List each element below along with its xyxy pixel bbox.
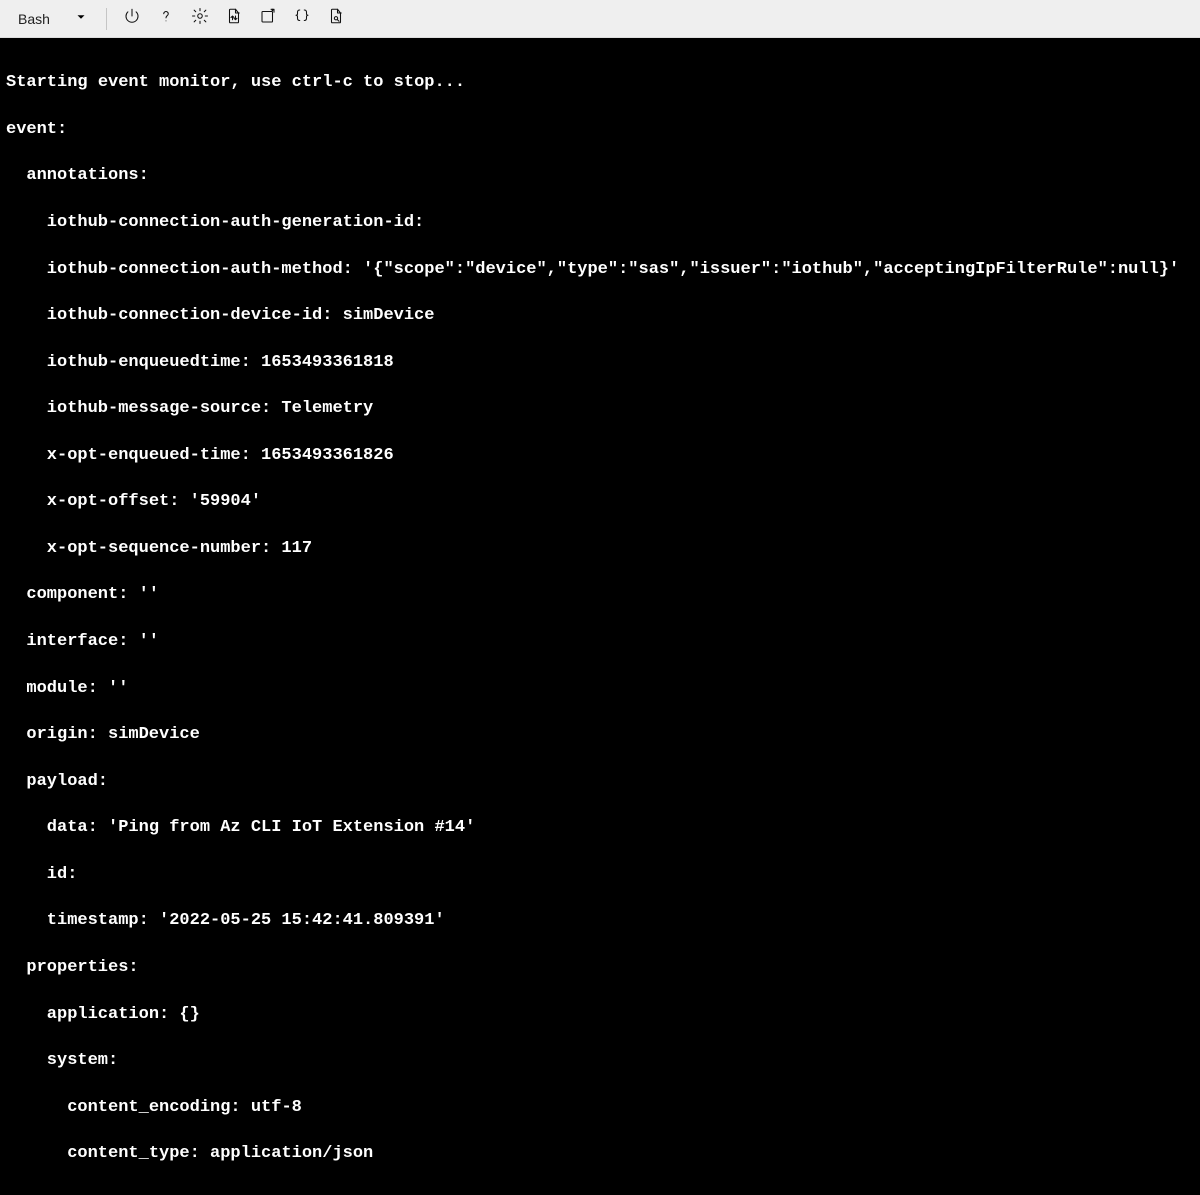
settings-button[interactable]	[185, 4, 215, 34]
file-transfer-icon	[225, 7, 243, 30]
web-preview-button[interactable]	[321, 4, 351, 34]
output-line: module: ''	[6, 677, 1194, 700]
power-icon	[123, 7, 141, 30]
cloud-shell-toolbar: Bash	[0, 0, 1200, 38]
restart-button[interactable]	[117, 4, 147, 34]
shell-selector-label: Bash	[18, 11, 50, 27]
output-line: iothub-message-source: Telemetry	[6, 397, 1194, 420]
new-session-button[interactable]	[253, 4, 283, 34]
output-line: properties:	[6, 956, 1194, 979]
braces-icon	[293, 7, 311, 30]
toolbar-separator	[106, 8, 107, 30]
output-line: x-opt-offset: '59904'	[6, 490, 1194, 513]
shell-selector[interactable]: Bash	[10, 6, 96, 31]
output-line: iothub-connection-auth-method: '{"scope"…	[6, 258, 1194, 281]
output-line: timestamp: '2022-05-25 15:42:41.809391'	[6, 909, 1194, 932]
output-line: application: {}	[6, 1003, 1194, 1026]
output-line: Starting event monitor, use ctrl-c to st…	[6, 71, 1194, 94]
gear-icon	[191, 7, 209, 30]
output-line: iothub-enqueuedtime: 1653493361818	[6, 351, 1194, 374]
output-line: interface: ''	[6, 630, 1194, 653]
output-line: content_encoding: utf-8	[6, 1096, 1194, 1119]
output-line: payload:	[6, 770, 1194, 793]
terminal-output[interactable]: Starting event monitor, use ctrl-c to st…	[0, 38, 1200, 1195]
output-line: x-opt-sequence-number: 117	[6, 537, 1194, 560]
output-line: id:	[6, 863, 1194, 886]
help-icon	[157, 7, 175, 30]
output-line: x-opt-enqueued-time: 1653493361826	[6, 444, 1194, 467]
help-button[interactable]	[151, 4, 181, 34]
output-line: iothub-connection-device-id: simDevice	[6, 304, 1194, 327]
output-line: iothub-connection-auth-generation-id:	[6, 211, 1194, 234]
upload-download-button[interactable]	[219, 4, 249, 34]
output-line: annotations:	[6, 164, 1194, 187]
new-session-icon	[259, 7, 277, 30]
output-line: component: ''	[6, 583, 1194, 606]
chevron-down-icon	[74, 10, 88, 27]
output-line: origin: simDevice	[6, 723, 1194, 746]
output-line: data: 'Ping from Az CLI IoT Extension #1…	[6, 816, 1194, 839]
output-line: system:	[6, 1049, 1194, 1072]
output-line: content_type: application/json	[6, 1142, 1194, 1165]
preview-icon	[327, 7, 345, 30]
editor-button[interactable]	[287, 4, 317, 34]
output-line: event:	[6, 118, 1194, 141]
